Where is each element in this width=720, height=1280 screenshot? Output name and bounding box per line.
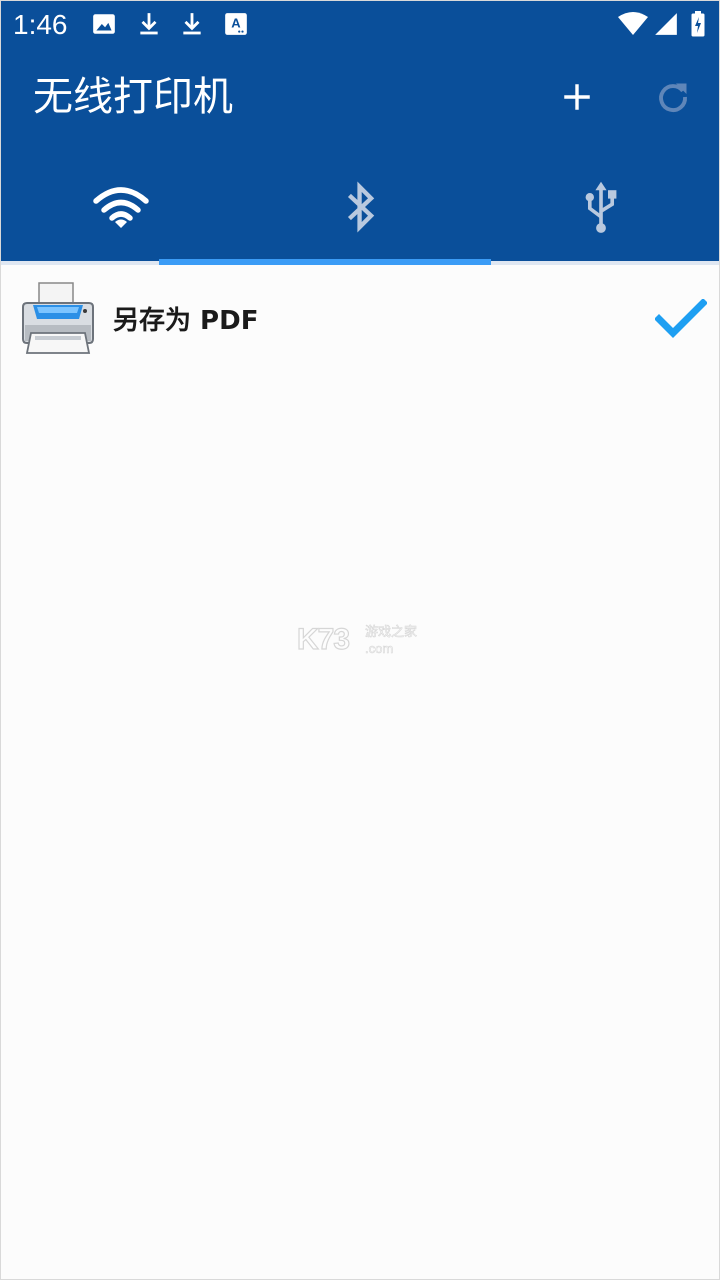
printer-label: 另存为 PDF (113, 306, 259, 336)
battery-charging-icon (691, 11, 705, 37)
image-icon (93, 14, 115, 34)
wifi-icon (93, 187, 149, 228)
cell-signal-icon (655, 13, 677, 35)
tab-wifi[interactable] (1, 153, 241, 261)
download-icon (140, 13, 158, 35)
tab-usb[interactable] (481, 153, 719, 261)
tab-bluetooth[interactable] (241, 153, 481, 261)
usb-icon (585, 181, 617, 233)
check-icon (655, 299, 707, 338)
app-title: 无线打印机 (33, 74, 233, 120)
printer-list-item[interactable]: 另存为 PDF (1, 265, 719, 377)
refresh-button[interactable] (649, 73, 697, 121)
printer-icon (22, 282, 94, 354)
watermark: K73 游戏之家 .com (296, 621, 427, 661)
watermark-logo: K73 (296, 622, 350, 656)
refresh-icon (659, 83, 687, 112)
watermark-domain: .com (365, 641, 394, 657)
app-bar: 无线打印机 (1, 49, 719, 261)
svg-text:A: A (231, 15, 241, 30)
bluetooth-icon (347, 181, 375, 233)
status-time: 1:46 (13, 9, 68, 40)
add-icon (564, 84, 590, 110)
download-icon (183, 13, 201, 35)
watermark-text: 游戏之家 (365, 625, 418, 641)
screen: 1:46 A 无线打印机 另存为 PDF K73 游戏之家 .com (0, 0, 720, 1280)
add-button[interactable] (553, 73, 601, 121)
connection-tabs (1, 153, 719, 261)
wifi-signal-icon (618, 12, 648, 35)
a-box-icon: A (225, 13, 247, 35)
status-bar: 1:46 A (1, 1, 719, 49)
